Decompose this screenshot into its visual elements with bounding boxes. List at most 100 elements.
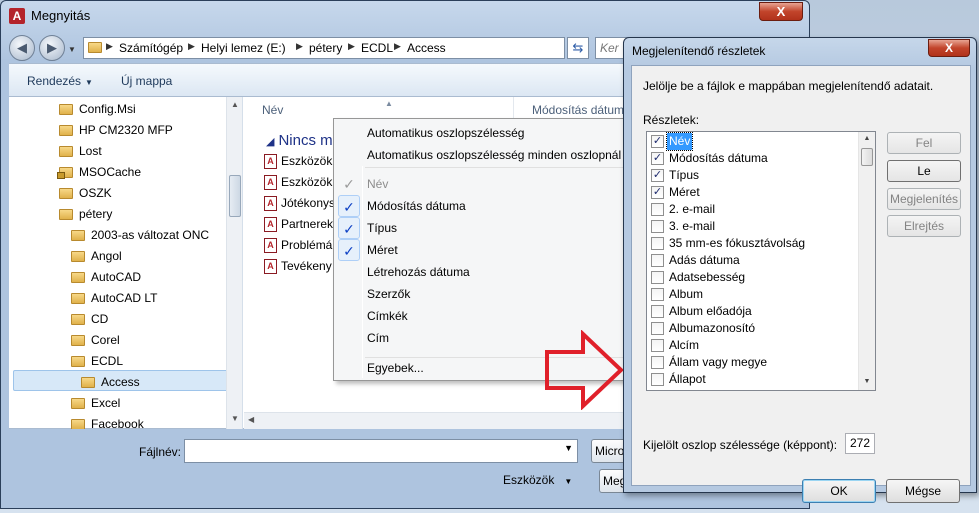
checkbox[interactable] [651,356,664,369]
checkbox[interactable]: ✓ [651,135,664,148]
context-menu-item[interactable]: Módosítás dátuma [367,195,466,217]
breadcrumb-drive[interactable]: Helyi lemez (E:) [201,41,286,55]
organize-button[interactable]: Rendezés ▼ [27,74,93,88]
menu-gutter [362,166,363,378]
scroll-up-icon[interactable]: ▲ [859,135,875,142]
scroll-left-icon[interactable]: ◀ [248,415,254,424]
filename-input[interactable]: ▼ [184,439,578,463]
context-menu-item[interactable]: Automatikus oszlopszélesség minden oszlo… [367,144,621,166]
checkbox[interactable]: ✓ [651,152,664,165]
checkbox[interactable] [651,373,664,386]
checkbox[interactable] [651,339,664,352]
new-folder-button[interactable]: Új mappa [121,74,172,88]
back-button[interactable]: ◀ [9,35,35,61]
chevron-down-icon: ▼ [85,78,93,87]
access-file-icon: A [264,175,277,191]
breadcrumb-separator-icon[interactable]: ▶ [296,41,303,52]
window-close-button[interactable]: X [759,2,803,21]
details-scrollbar[interactable]: ▲ ▼ [858,132,875,390]
checkbox[interactable] [651,237,664,250]
column-width-input[interactable]: 272 [845,433,875,454]
access-file-icon: A [264,238,277,254]
context-menu-item[interactable]: Szerzők [367,283,410,305]
breadcrumb-separator-icon[interactable]: ▶ [394,41,401,52]
folder-icon [71,419,85,429]
dialog-close-button[interactable]: X [928,39,970,57]
tools-button[interactable]: Eszközök ▼ [503,473,572,487]
checkbox[interactable] [651,305,664,318]
file-row[interactable]: A Tevékeny [264,256,332,277]
title-bar: A Megnyitás X [1,1,809,31]
checkbox[interactable] [651,288,664,301]
file-name: Partnerek [281,217,334,231]
checkbox[interactable] [651,254,664,267]
breadcrumb-access[interactable]: Access [407,41,446,55]
file-row[interactable]: A Partnerek [264,214,333,235]
checkbox[interactable] [651,271,664,284]
window-title: Megnyitás [31,8,91,23]
refresh-button[interactable]: ⇆ [567,37,589,59]
checkmark-icon: ✓ [343,176,355,192]
file-row[interactable]: A Eszközök1 [264,172,339,193]
context-menu-item[interactable]: Méret [367,239,398,261]
checkbox[interactable]: ✓ [651,169,664,182]
sort-ascending-icon: ▲ [385,99,393,108]
cancel-button[interactable]: Mégse [886,479,960,503]
folder-icon [88,42,102,53]
context-menu-item[interactable]: Automatikus oszlopszélesség [367,122,524,144]
file-row[interactable]: A Problémá [264,235,332,256]
dialog-title: Megjelenítendő részletek [632,44,766,58]
checkbox[interactable]: ✓ [651,186,664,199]
ok-button[interactable]: OK [802,479,876,503]
nav-scrollbar[interactable]: ▲ ▼ [226,97,242,429]
details-item-label: Név [665,132,694,151]
context-menu-item[interactable]: Egyebek... [367,357,424,379]
context-menu-item[interactable]: Címkék [367,305,408,327]
tree-item-label: OSZK [79,186,112,200]
details-listbox[interactable]: ✓ Név ✓ Módosítás dátuma ✓ Típus ✓ Méret 2. e-ma… [646,131,876,391]
checkbox[interactable] [651,203,664,216]
history-dropdown-icon[interactable]: ▼ [68,45,76,54]
scroll-down-icon[interactable]: ▼ [227,411,242,427]
arrow-left-icon: ◀ [17,40,27,55]
tree-item-label: pétery [79,207,113,221]
dialog-instruction: Jelölje be a fájlok e mappában megjelení… [643,79,934,93]
context-menu-item[interactable]: Létrehozás dátuma [367,261,470,283]
breadcrumb-ecdl[interactable]: ECDL [361,41,393,55]
scroll-thumb[interactable] [229,175,241,217]
move-down-button[interactable]: Le [887,160,961,182]
breadcrumb-separator-icon[interactable]: ▶ [106,41,113,52]
forward-button[interactable]: ▶ [39,35,65,61]
move-up-button[interactable]: Fel [887,132,961,154]
organize-label: Rendezés [27,74,82,88]
address-bar[interactable]: ▶ Számítógép ▶ Helyi lemez (E:) ▶ pétery… [83,37,646,59]
access-file-icon: A [264,259,277,275]
breadcrumb-separator-icon[interactable]: ▶ [348,41,355,52]
folder-icon [71,251,85,262]
details-item-label: Album előadója [669,304,752,318]
show-button[interactable]: Megjelenítés [887,188,961,210]
breadcrumb-computer[interactable]: Számítógép [119,41,183,55]
details-dialog: Megjelenítendő részletek X Jelölje be a … [623,37,977,503]
chevron-down-icon[interactable]: ▼ [564,443,573,453]
context-menu-item[interactable]: Típus [367,217,397,239]
column-width-label: Kijelölt oszlop szélessége (képpont): [643,438,838,452]
checkbox[interactable] [651,322,664,335]
scroll-thumb[interactable] [861,148,873,166]
details-item-label: Módosítás dátuma [669,151,768,165]
checkbox[interactable] [651,220,664,233]
file-row[interactable]: A Eszközök. [264,151,336,172]
file-name: Eszközök1 [281,175,340,189]
context-menu-item[interactable]: Cím [367,327,389,349]
breadcrumb-separator-icon[interactable]: ▶ [188,41,195,52]
hide-button[interactable]: Elrejtés [887,215,961,237]
scroll-up-icon[interactable]: ▲ [227,97,242,113]
details-item-label: 35 mm-es fókusztávolság [669,236,806,250]
folder-icon [81,377,95,388]
file-name: Eszközök. [281,154,336,168]
breadcrumb-petery[interactable]: pétery [309,41,342,55]
details-item-label: Adás dátuma [669,253,740,267]
file-row[interactable]: A Jótékonys [264,193,335,214]
scroll-down-icon[interactable]: ▼ [859,378,875,385]
details-item-label: Adatsebesség [669,270,746,284]
